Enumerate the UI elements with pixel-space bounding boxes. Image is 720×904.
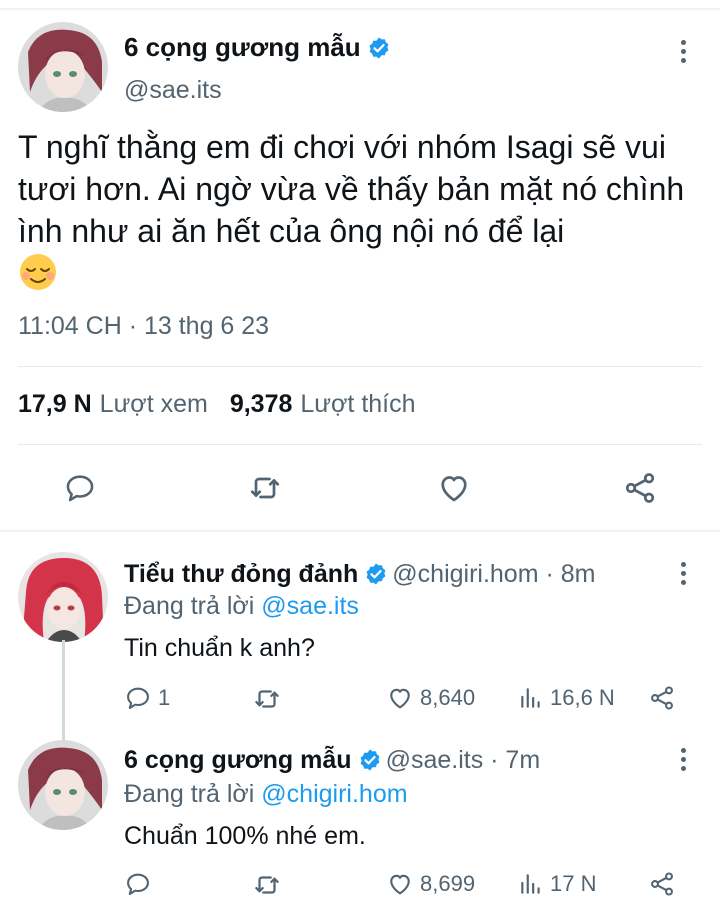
reply-2-author-name: 6 cọng gương mẫu bbox=[124, 746, 352, 774]
likes-count: 9,378 bbox=[229, 390, 293, 418]
tweet-text: T nghĩ thằng em đi chơi với nhóm Isagi s… bbox=[18, 126, 718, 296]
author-handle[interactable]: @sae.its bbox=[124, 76, 222, 105]
reply-button[interactable] bbox=[60, 468, 100, 508]
author-name-text: 6 cọng gương mẫu bbox=[124, 32, 361, 62]
like-count: 8,640 bbox=[420, 685, 476, 710]
like-button[interactable] bbox=[434, 468, 474, 508]
reply-icon bbox=[66, 475, 94, 502]
avatar-image bbox=[18, 22, 108, 112]
author-name[interactable]: 6 cọng gương mẫu bbox=[124, 32, 391, 67]
share-icon bbox=[651, 872, 673, 896]
share-icon bbox=[625, 473, 655, 503]
reply-1-like-button[interactable]: 8,640 bbox=[386, 684, 475, 712]
section-divider bbox=[0, 530, 720, 532]
reply-1-views-button[interactable]: 16,6 N bbox=[518, 684, 615, 712]
reply-1-share-button[interactable] bbox=[648, 684, 682, 712]
verified-badge-icon bbox=[364, 562, 388, 593]
reply-1-retweet-button[interactable] bbox=[252, 684, 288, 714]
heart-icon bbox=[390, 874, 410, 895]
reply-2-views-button[interactable]: 17 N bbox=[518, 870, 596, 898]
retweet-button[interactable] bbox=[245, 468, 285, 508]
reply-icon bbox=[127, 873, 149, 895]
reply-2-like-button[interactable]: 8,699 bbox=[386, 870, 475, 898]
reply-2-header[interactable]: 6 cọng gương mẫu @sae.its · 7m bbox=[124, 746, 540, 779]
reply-2-retweet-button[interactable] bbox=[252, 870, 288, 900]
avatar-image bbox=[18, 552, 108, 642]
author-avatar[interactable] bbox=[18, 22, 108, 112]
reply-1-reply-button[interactable]: 1 bbox=[124, 684, 170, 712]
likes-label[interactable]: Lượt thích bbox=[300, 390, 415, 418]
share-button[interactable] bbox=[620, 468, 660, 508]
reply-1-author-name: Tiểu thư đỏng đảnh bbox=[124, 560, 359, 588]
reply-icon bbox=[127, 687, 149, 709]
stats-bottom-divider bbox=[18, 444, 702, 445]
reply-1-replying-to: Đang trả lời @sae.its bbox=[124, 592, 359, 621]
retweet-icon bbox=[255, 876, 279, 894]
reply-2-share-button[interactable] bbox=[648, 870, 682, 898]
avatar-image bbox=[18, 740, 108, 830]
heart-icon bbox=[390, 688, 410, 709]
view-count: 16,6 N bbox=[550, 685, 615, 710]
views-count: 17,9 N bbox=[18, 390, 92, 418]
reply-1-text: Tin chuẩn k anh? bbox=[124, 634, 315, 662]
tweet-timestamp[interactable]: 11:04 CH · 13 thg 6 23 bbox=[18, 312, 269, 341]
reply-1-more-options-icon[interactable] bbox=[678, 562, 688, 589]
reply-1-header[interactable]: Tiểu thư đỏng đảnh @chigiri.hom · 8m bbox=[124, 560, 595, 593]
relieved-face-emoji-icon bbox=[18, 252, 58, 292]
reply-1-meta: @chigiri.hom · 8m bbox=[392, 560, 596, 588]
reply-2-meta: @sae.its · 7m bbox=[385, 746, 541, 774]
like-count: 8,699 bbox=[420, 871, 476, 896]
replying-to-prefix: Đang trả lời bbox=[124, 592, 255, 620]
more-options-icon[interactable] bbox=[678, 40, 688, 67]
replying-to-prefix: Đang trả lời bbox=[124, 780, 255, 808]
verified-badge-icon bbox=[358, 748, 382, 779]
retweet-icon bbox=[250, 477, 280, 499]
replying-to-link[interactable]: @sae.its bbox=[261, 592, 359, 620]
tweet-text-content: T nghĩ thằng em đi chơi với nhóm Isagi s… bbox=[18, 129, 685, 249]
reply-2-text: Chuẩn 100% nhé em. bbox=[124, 822, 366, 850]
analytics-icon bbox=[521, 688, 540, 708]
tweet-stats: 17,9 N Lượt xem 9,378 Lượt thích bbox=[18, 390, 438, 419]
analytics-icon bbox=[521, 874, 540, 894]
reply-avatar[interactable] bbox=[18, 740, 108, 830]
replying-to-link[interactable]: @chigiri.hom bbox=[261, 780, 407, 808]
reply-2-reply-button[interactable] bbox=[124, 870, 158, 898]
top-divider bbox=[0, 8, 720, 10]
reply-2-replying-to: Đang trả lời @chigiri.hom bbox=[124, 780, 408, 809]
stats-top-divider bbox=[18, 366, 702, 367]
reply-2-more-options-icon[interactable] bbox=[678, 748, 688, 775]
retweet-icon bbox=[255, 690, 279, 708]
view-count: 17 N bbox=[550, 871, 597, 896]
verified-badge-icon bbox=[367, 36, 391, 67]
thread-connector-line bbox=[62, 640, 65, 740]
reply-avatar[interactable] bbox=[18, 552, 108, 642]
views-label[interactable]: Lượt xem bbox=[100, 390, 208, 418]
reply-count: 1 bbox=[158, 685, 171, 710]
share-icon bbox=[651, 686, 673, 710]
heart-icon bbox=[441, 476, 467, 502]
